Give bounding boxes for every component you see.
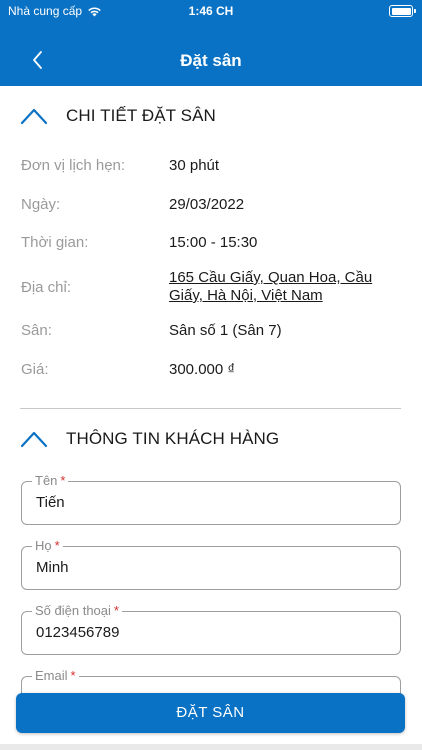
book-court-button[interactable]: ĐẶT SÂN [16,693,405,733]
bottom-safe-area [0,744,422,750]
app-header: Nhà cung cấp 1:46 CH Đặt sân [0,0,422,86]
detail-value: Sân số 1 (Sân 7) [169,322,282,339]
customer-section-title: THÔNG TIN KHÁCH HÀNG [66,429,280,448]
status-time: 1:46 CH [188,4,234,18]
detail-row-time: Thời gian: 15:00 - 15:30 [21,234,401,254]
detail-row-address: Địa chỉ: 165 Cầu Giấy, Quan Hoa, Cầu Giấ… [21,269,401,307]
detail-value: 300.000 ₫ [169,361,236,378]
battery-icon [389,5,416,17]
detail-label: Ngày: [21,196,61,213]
detail-value: 29/03/2022 [169,196,245,213]
required-mark: * [113,603,119,618]
detail-value: 30 phút [169,157,220,174]
field-value: Tiến [36,494,65,511]
field-label: Email * [32,668,79,684]
detail-row-date: Ngày: 29/03/2022 [21,196,401,216]
chevron-up-icon [20,108,48,125]
required-mark: * [54,538,60,553]
field-label: Số điện thoại * [32,603,122,619]
detail-label: Giá: [21,361,49,378]
last-name-field[interactable]: Họ * Minh [21,538,401,590]
section-divider [20,408,401,409]
detail-label: Sân: [21,322,52,339]
field-label: Họ * [32,538,63,554]
field-value: 0123456789 [36,624,120,641]
detail-row-price: Giá: 300.000 ₫ [21,361,401,381]
required-mark: * [70,668,76,683]
status-bar: Nhà cung cấp 1:46 CH [0,0,422,24]
field-value: Minh [36,559,69,576]
detail-row-court: Sân: Sân số 1 (Sân 7) [21,322,401,342]
booking-section-title: CHI TIẾT ĐẶT SÂN [66,106,216,125]
first-name-field[interactable]: Tên * Tiến [21,473,401,525]
phone-field[interactable]: Số điện thoại * 0123456789 [21,603,401,655]
booking-section-header[interactable]: CHI TIẾT ĐẶT SÂN [20,106,216,126]
field-label: Tên * [32,473,69,489]
required-mark: * [60,473,66,488]
detail-value: 15:00 - 15:30 [169,234,258,251]
page-title: Đặt sân [180,51,242,70]
customer-section-header[interactable]: THÔNG TIN KHÁCH HÀNG [20,429,279,449]
detail-label: Địa chỉ: [21,279,72,296]
detail-label: Thời gian: [21,234,89,251]
address-link[interactable]: 165 Cầu Giấy, Quan Hoa, Cầu Giấy, Hà Nội… [169,269,389,305]
chevron-up-icon [20,431,48,448]
detail-label: Đơn vị lịch hẹn: [21,157,126,174]
detail-row-unit: Đơn vị lịch hẹn: 30 phút [21,157,401,177]
